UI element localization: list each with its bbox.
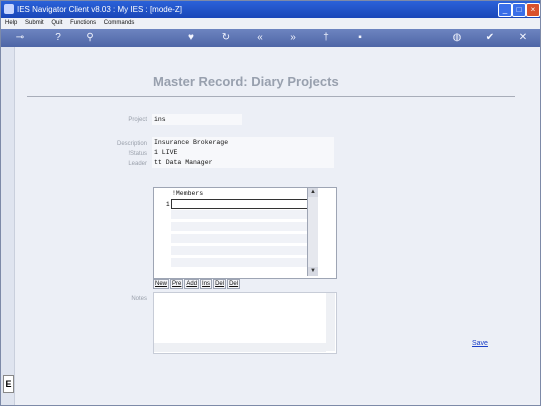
menu-quit[interactable]: Quit <box>51 20 62 26</box>
close-icon[interactable]: ✕ <box>516 31 530 45</box>
menu-submit[interactable]: Submit <box>25 20 44 26</box>
search-icon[interactable]: ⚲ <box>83 31 97 45</box>
members-grid: !Members 1 ▲ ▼ <box>153 187 337 279</box>
project-label: Project <box>128 117 147 123</box>
leader-field[interactable]: tt Data Manager <box>152 157 334 168</box>
toolbar: ⊸ ? ⚲ ♥ ↻ « » † ▪ ◍ ✔ ✕ <box>1 29 540 47</box>
grid-row[interactable] <box>171 246 307 255</box>
grid-row[interactable] <box>171 210 307 219</box>
globe-icon[interactable]: ◍ <box>450 31 464 45</box>
status-label: !Status <box>128 151 147 157</box>
project-field[interactable]: ins <box>152 114 242 125</box>
app-window: IES Navigator Client v8.03 : My IES : [m… <box>0 0 541 406</box>
close-window-button[interactable]: × <box>526 3 540 17</box>
new-button[interactable]: New <box>153 279 170 289</box>
page-title: Master Record: Diary Projects <box>153 74 339 89</box>
insert-button[interactable]: Ins <box>200 279 213 289</box>
help-icon[interactable]: ? <box>51 31 65 45</box>
grid-row[interactable] <box>171 258 307 267</box>
description-label: Description <box>116 141 147 147</box>
menu-commands[interactable]: Commands <box>104 20 135 26</box>
grid-row[interactable] <box>171 222 307 231</box>
minimize-button[interactable]: _ <box>498 3 512 17</box>
key-icon[interactable]: ⊸ <box>9 31 31 45</box>
refresh-icon[interactable]: ↻ <box>219 31 233 45</box>
document-icon[interactable]: ▪ <box>353 31 367 45</box>
scroll-up-icon[interactable]: ▲ <box>308 188 318 197</box>
grid-button-row: New Pre Add Ins Del Del <box>153 279 241 289</box>
pin-icon[interactable]: † <box>319 31 333 45</box>
notes-vertical-scrollbar[interactable] <box>326 293 335 351</box>
menu-help[interactable]: Help <box>5 20 17 26</box>
back-icon[interactable]: « <box>253 31 267 45</box>
row-number: 1 <box>166 201 170 208</box>
save-link[interactable]: Save <box>472 340 488 347</box>
notes-label: Notes <box>131 296 147 302</box>
forward-icon[interactable]: » <box>286 31 300 45</box>
notes-horizontal-scrollbar[interactable] <box>154 343 326 352</box>
scroll-down-icon[interactable]: ▼ <box>308 267 318 276</box>
menu-bar: Help Submit Quit Functions Commands <box>1 18 540 29</box>
leader-label: Leader <box>128 161 147 167</box>
notes-textarea[interactable] <box>153 292 337 354</box>
delete-button[interactable]: Del <box>213 279 227 289</box>
grid-header: !Members <box>172 190 204 197</box>
grid-scrollbar[interactable]: ▲ ▼ <box>307 188 318 276</box>
left-strip: E <box>1 47 15 405</box>
window-title: IES Navigator Client v8.03 : My IES : [m… <box>17 5 182 14</box>
divider <box>27 96 515 97</box>
check-icon[interactable]: ✔ <box>483 31 497 45</box>
maximize-button[interactable]: □ <box>512 3 526 17</box>
add-button[interactable]: Add <box>184 279 200 289</box>
prev-button[interactable]: Pre <box>170 279 184 289</box>
left-tag[interactable]: E <box>3 375 14 393</box>
members-cell-input[interactable] <box>171 199 308 209</box>
app-icon <box>4 4 14 14</box>
heart-icon[interactable]: ♥ <box>184 31 198 45</box>
menu-functions[interactable]: Functions <box>70 20 96 26</box>
title-bar: IES Navigator Client v8.03 : My IES : [m… <box>1 1 540 18</box>
delete-all-button[interactable]: Del <box>227 279 241 289</box>
grid-row[interactable] <box>171 234 307 243</box>
